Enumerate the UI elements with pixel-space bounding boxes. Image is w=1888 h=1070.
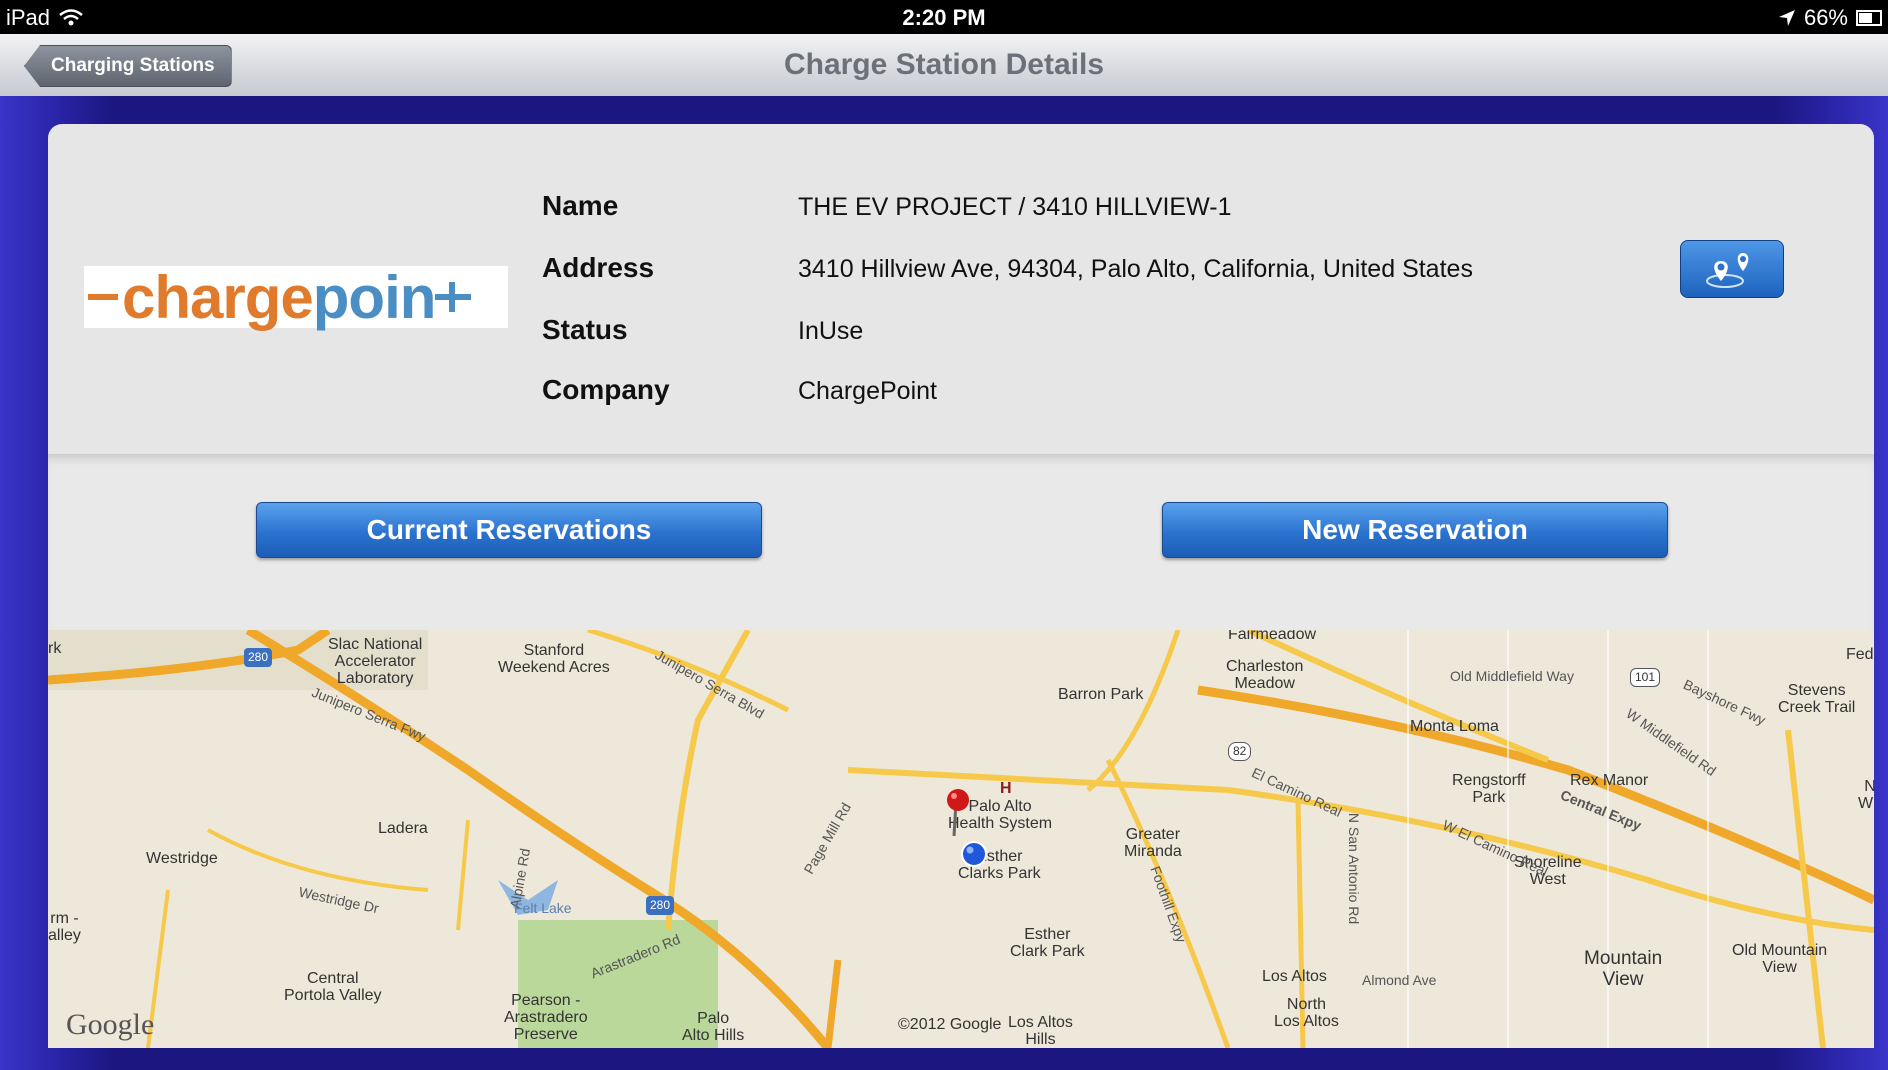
map-label: Fed <box>1846 646 1874 663</box>
company-label: Company <box>542 374 670 405</box>
name-value: THE EV PROJECT / 3410 HILLVIEW-1 <box>798 193 1232 221</box>
address-value: 3410 Hillview Ave, 94304, Palo Alto, Cal… <box>798 255 1473 283</box>
red-pin-icon[interactable] <box>944 788 974 838</box>
map-label: Charleston Meadow <box>1226 658 1304 692</box>
logo-text-charge: charge <box>122 263 314 331</box>
map-label: Rengstorff Park <box>1452 772 1526 806</box>
map-label: Greater Miranda <box>1124 826 1182 860</box>
clock: 2:20 PM <box>902 5 986 30</box>
map-label: 101 <box>1630 668 1661 687</box>
status-label: Status <box>542 314 628 345</box>
status-value: InUse <box>798 317 864 345</box>
map-label: Almond Ave <box>1362 972 1437 988</box>
map-view[interactable]: Slac National Accelerator Laboratory Stanf… <box>48 630 1874 1048</box>
map-label: rk <box>48 640 62 657</box>
page-title: Charge Station Details <box>783 48 1105 81</box>
map-label: Los Altos Hills <box>1008 1014 1073 1048</box>
map-label: Rex Manor <box>1570 772 1649 789</box>
map-label: 280 <box>244 648 273 667</box>
map-label: Old Middlefield Way <box>1450 668 1574 684</box>
map-pins-icon <box>1706 253 1749 288</box>
map-label: 280 <box>646 896 675 915</box>
location-arrow-icon <box>1778 10 1795 26</box>
map-label: Barron Park <box>1058 686 1144 703</box>
map-label: rm - alley <box>48 910 81 944</box>
map-label: Felt Lake <box>514 900 572 916</box>
address-label: Address <box>542 252 655 283</box>
chargepoint-logo: charge poin <box>84 264 508 331</box>
map-label: Palo Alto Hills <box>682 1010 745 1044</box>
map-label: H <box>1000 780 1012 797</box>
name-label: Name <box>542 190 619 221</box>
logo-plug-icon <box>435 282 472 312</box>
map-label: 82 <box>1228 742 1252 761</box>
current-location-icon <box>961 841 987 867</box>
map-label: NWh <box>1858 778 1874 812</box>
status-bar: iPad 2:20 PM 66% <box>0 0 1888 34</box>
map-label: North Los Altos <box>1274 996 1339 1030</box>
google-logo: Google <box>66 1008 155 1041</box>
map-label: Stanford Weekend Acres <box>498 642 610 676</box>
map-label: Mountain View <box>1584 948 1663 990</box>
nav-bar: Charging Stations Charge Station Details <box>0 34 1888 97</box>
map-label: Fairmeadow <box>1228 630 1317 643</box>
company-value: ChargePoint <box>798 377 937 405</box>
map-label: Pearson - Arastradero Preserve <box>504 992 588 1043</box>
map-label: Monta Loma <box>1410 718 1499 735</box>
battery-percent: 66% <box>1803 5 1848 30</box>
map-label: N San Antonio Rd <box>1346 812 1363 925</box>
map-label: Los Altos <box>1262 968 1327 985</box>
current-reservations-button[interactable]: Current Reservations <box>256 502 762 558</box>
map-label: Central Portola Valley <box>284 970 382 1004</box>
map-label: Old Mountain View <box>1732 942 1828 976</box>
show-on-map-button[interactable] <box>1680 240 1784 298</box>
map-label: Esther Clark Park <box>1010 926 1085 960</box>
map-label: Westridge <box>146 850 218 867</box>
logo-dash <box>88 294 118 300</box>
logo-text-point: poin <box>312 263 437 331</box>
map-label: Ladera <box>378 820 428 837</box>
map-label: Stevens Creek Trail <box>1778 682 1856 716</box>
map-label: ©2012 Google <box>898 1016 1002 1033</box>
map-label: Slac National Accelerator Laboratory <box>328 636 423 687</box>
battery-icon <box>1856 10 1882 26</box>
new-reservation-button[interactable]: New Reservation <box>1162 502 1668 558</box>
